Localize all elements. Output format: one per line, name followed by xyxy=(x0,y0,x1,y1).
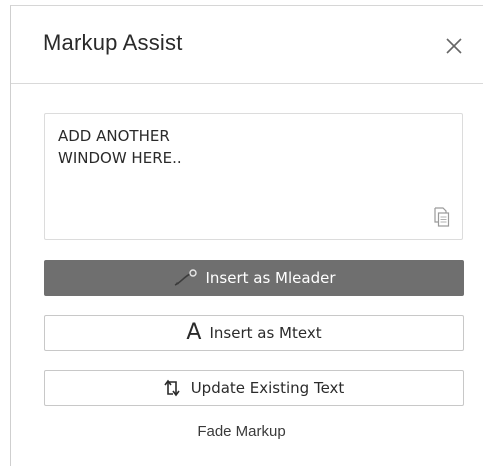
close-icon xyxy=(446,38,462,54)
insert-mtext-label: Insert as Mtext xyxy=(209,324,322,342)
copy-icon xyxy=(434,207,450,227)
fade-markup-link[interactable]: Fade Markup xyxy=(0,423,483,440)
update-existing-text-button[interactable]: Update Existing Text xyxy=(44,370,464,406)
markup-text-area[interactable]: ADD ANOTHER WINDOW HERE.. xyxy=(44,113,463,240)
markup-assist-panel: Markup Assist ADD ANOTHER WINDOW HERE.. xyxy=(10,5,483,466)
insert-mleader-button[interactable]: Insert as Mleader xyxy=(44,260,464,296)
mleader-icon xyxy=(172,269,198,287)
insert-mleader-label: Insert as Mleader xyxy=(205,269,336,287)
panel-header: Markup Assist xyxy=(11,6,483,84)
close-button[interactable] xyxy=(443,35,465,57)
copy-button[interactable] xyxy=(433,206,451,228)
text-a-icon: A xyxy=(186,320,202,345)
panel-title: Markup Assist xyxy=(43,30,183,55)
refresh-icon xyxy=(164,377,184,399)
update-existing-text-label: Update Existing Text xyxy=(190,379,345,397)
markup-text-value[interactable]: ADD ANOTHER WINDOW HERE.. xyxy=(58,125,438,169)
insert-mtext-button[interactable]: A Insert as Mtext xyxy=(44,315,464,351)
